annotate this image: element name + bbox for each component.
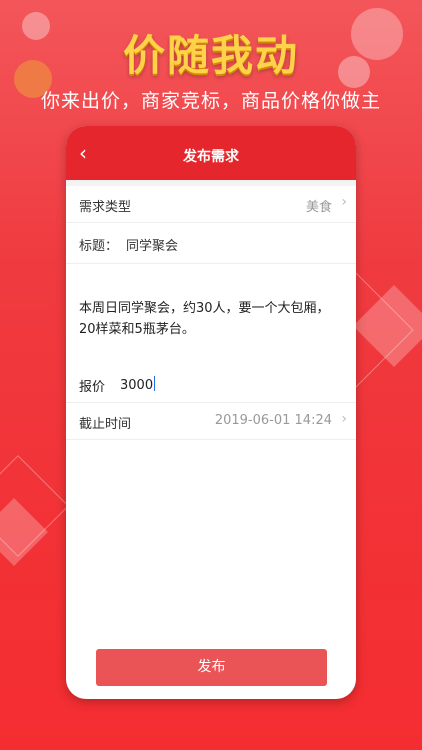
publish-button[interactable]: 发布 (96, 649, 327, 686)
deadline-row[interactable]: 截止时间 2019-06-01 14:24 › (66, 403, 356, 440)
phone-screen: ‹ 发布需求 需求类型 美食 › 标题： 同学聚会 本周日同学聚会，约30人，要… (66, 126, 356, 699)
text-caret (154, 376, 156, 391)
title-input-value[interactable]: 同学聚会 (126, 235, 178, 254)
price-label: 报价 (79, 380, 106, 395)
chevron-right-icon: › (341, 194, 347, 210)
deadline-value: 2019-06-01 14:24 (214, 413, 332, 428)
promo-subtitle: 你来出价，商家竞标，商品价格你做主 (40, 90, 381, 112)
promo-slogan: 价随我动 (122, 31, 299, 80)
deadline-label: 截止时间 (79, 417, 132, 432)
description-textarea[interactable]: 本周日同学聚会，约30人，要一个大包厢，20样菜和5瓶茅台。 (66, 264, 356, 356)
chevron-right-icon: › (341, 411, 347, 427)
demand-type-label: 需求类型 (79, 200, 132, 215)
demand-type-row[interactable]: 需求类型 美食 › (66, 186, 356, 223)
price-input[interactable]: 3000 (120, 376, 156, 393)
price-field[interactable]: 报价 3000 (66, 366, 356, 403)
title-field[interactable]: 标题： 同学聚会 (66, 223, 356, 264)
nav-bar: ‹ 发布需求 (66, 126, 356, 180)
title-label: 标题： (79, 239, 119, 254)
page-title: 发布需求 (183, 149, 239, 165)
price-input-value: 3000 (120, 378, 154, 393)
demand-type-value: 美食 (305, 200, 332, 215)
